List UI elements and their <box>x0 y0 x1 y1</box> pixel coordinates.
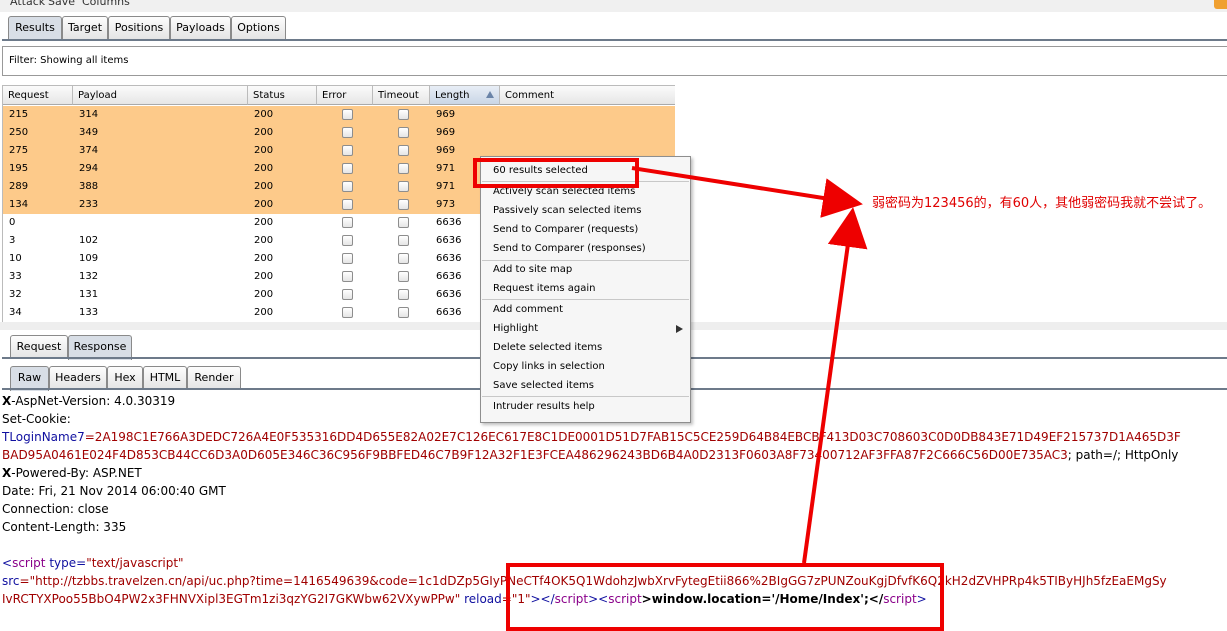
annotation-note: 弱密码为123456的，有60人，其他弱密码我就不尝试了。 <box>872 196 1212 211</box>
annotation-arrows <box>631 166 868 564</box>
annotation-arrow-top <box>631 166 863 218</box>
annotation-arrow-bottom <box>802 207 868 564</box>
